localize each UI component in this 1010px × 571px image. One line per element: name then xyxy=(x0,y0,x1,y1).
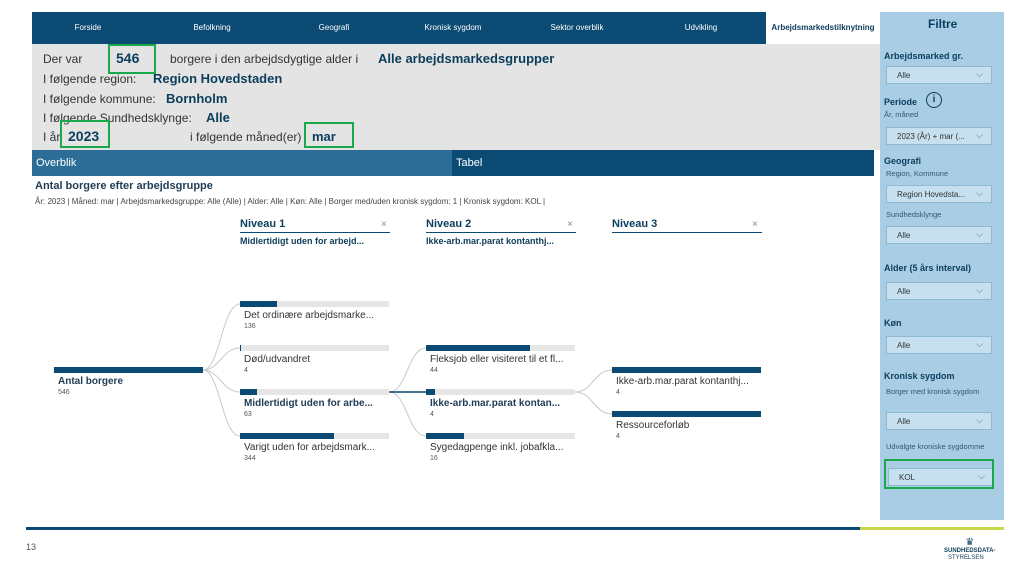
koen-dropdown[interactable]: Alle ⌵ xyxy=(886,336,992,354)
l1-count-midlertidigt: 63 xyxy=(244,411,252,418)
logo-line2: STYRELSEN xyxy=(948,555,984,561)
l1-bar-doed[interactable] xyxy=(240,345,389,351)
kronisk-sub1: Borger med kronisk sygdom xyxy=(886,387,980,396)
l2-label-fleksjob: Fleksjob eller visiteret til et fl... xyxy=(430,354,564,365)
periode-heading: Periode xyxy=(884,97,918,107)
chevron-down-icon: ⌵ xyxy=(976,69,983,79)
chevron-down-icon: ⌵ xyxy=(976,415,983,425)
l1-fill-midlertidigt xyxy=(240,389,258,395)
alder-heading: Alder (5 års interval) xyxy=(884,263,972,273)
l2-count-fleksjob: 44 xyxy=(430,367,438,374)
sundhedsklynge-dropdown[interactable]: Alle ⌵ xyxy=(886,226,992,244)
l1-label-varigt: Varigt uden for arbejdsmark... xyxy=(244,442,375,453)
root-bar[interactable] xyxy=(54,367,203,373)
kronisk-heading: Kronisk sygdom xyxy=(884,371,955,381)
connector-l2-l3-0 xyxy=(574,369,613,393)
filter-pane: Filtre Arbejdsmarked gr. Alle ⌵ Periode … xyxy=(880,12,1004,520)
l2-bar-fleksjob[interactable] xyxy=(426,345,575,351)
root-label: Antal borgere xyxy=(58,376,124,387)
periode-sub: År, måned xyxy=(884,110,919,119)
sundhedsklynge-sub: Sundhedsklynge xyxy=(886,210,942,219)
l3-label-ressourceforloeb: Ressourceforløb xyxy=(616,420,690,431)
root-fill xyxy=(54,367,203,373)
connector-l2-l3-1 xyxy=(574,391,613,415)
l3-label-kontanthjaelp: Ikke-arb.mar.parat kontanthj... xyxy=(616,376,749,387)
connector-l1-l2-0 xyxy=(388,347,427,393)
arbejdsmarked-heading: Arbejdsmarked gr. xyxy=(884,51,964,61)
l3-bar-ressourceforloeb[interactable] xyxy=(612,411,761,417)
l3-fill-kontanthjaelp xyxy=(612,367,761,373)
l1-bar-midlertidigt[interactable] xyxy=(240,389,389,395)
koen-value: Alle xyxy=(897,341,911,350)
footer-accent xyxy=(860,527,1004,530)
l1-label-midlertidigt: Midlertidigt uden for arbe... xyxy=(244,398,373,409)
l1-bar-ordinaere[interactable] xyxy=(240,301,389,307)
l3-bar-kontanthjaelp[interactable] xyxy=(612,367,761,373)
filter-pane-title: Filtre xyxy=(928,17,958,31)
l1-bar-varigt[interactable] xyxy=(240,433,389,439)
alder-value: Alle xyxy=(897,287,911,296)
l2-fill-fleksjob xyxy=(426,345,531,351)
l2-bar-sygedagpenge[interactable] xyxy=(426,433,575,439)
chevron-down-icon: ⌵ xyxy=(976,339,983,349)
l1-count-doed: 4 xyxy=(244,367,248,374)
connector-root-l1-0 xyxy=(202,303,241,371)
l1-fill-varigt xyxy=(240,433,334,439)
arbejdsmarked-dropdown[interactable]: Alle ⌵ xyxy=(886,66,992,84)
l2-label-ikke-arb: Ikke-arb.mar.parat kontan... xyxy=(430,398,561,409)
l2-fill-sygedagpenge xyxy=(426,433,464,439)
l1-count-varigt: 344 xyxy=(244,455,256,462)
l1-fill-doed xyxy=(240,345,242,351)
geografi-sub: Region, Kommune xyxy=(886,169,949,178)
connector-root-l1-3 xyxy=(202,369,241,437)
sundhedsdatastyrelsen-logo: ♛ SUNDHEDSDATA- STYRELSEN xyxy=(944,538,995,562)
kronisk-borger-value: Alle xyxy=(897,417,911,426)
l1-label-ordinaere: Det ordinære arbejdsmarke... xyxy=(244,310,375,321)
l2-count-ikke-arb: 4 xyxy=(430,411,434,418)
logo-line1: SUNDHEDSDATA- xyxy=(944,548,996,554)
page-number: 13 xyxy=(26,542,37,552)
geografi-value: Region Hovedsta... xyxy=(897,190,966,199)
connector-l1-l2-2 xyxy=(388,391,427,437)
periode-dropdown[interactable]: 2023 (År) + mar (... ⌵ xyxy=(886,127,992,145)
sundhedsklynge-value: Alle xyxy=(897,231,911,240)
root-count: 546 xyxy=(58,389,70,396)
l2-fill-ikke-arb xyxy=(426,389,436,395)
l2-count-sygedagpenge: 16 xyxy=(430,455,438,462)
l1-label-doed: Død/udvandret xyxy=(244,354,311,365)
l3-count-ressourceforloeb: 4 xyxy=(616,433,620,440)
koen-heading: Køn xyxy=(884,318,902,328)
chevron-down-icon: ⌵ xyxy=(976,188,983,198)
chevron-down-icon: ⌵ xyxy=(976,130,983,140)
arbejdsmarked-value: Alle xyxy=(897,71,911,80)
kol-highlight xyxy=(884,459,994,489)
tree-connectors xyxy=(202,303,613,437)
geografi-heading: Geografi xyxy=(884,156,922,166)
footer-divider xyxy=(26,527,1004,530)
chevron-down-icon: ⌵ xyxy=(976,285,983,295)
geografi-dropdown[interactable]: Region Hovedsta... ⌵ xyxy=(886,185,992,203)
l1-fill-ordinaere xyxy=(240,301,278,307)
info-icon[interactable]: i xyxy=(926,92,942,108)
kronisk-sub2: Udvalgte kroniske sygdomme xyxy=(886,442,985,451)
l2-label-sygedagpenge: Sygedagpenge inkl. jobafkla... xyxy=(430,442,564,453)
alder-dropdown[interactable]: Alle ⌵ xyxy=(886,282,992,300)
l1-count-ordinaere: 136 xyxy=(244,323,256,330)
l3-count-kontanthjaelp: 4 xyxy=(616,389,620,396)
kronisk-borger-dropdown[interactable]: Alle ⌵ xyxy=(886,412,992,430)
l3-fill-ressourceforloeb xyxy=(612,411,761,417)
crown-icon: ♛ xyxy=(965,537,975,548)
l2-bar-ikke-arb[interactable] xyxy=(426,389,575,395)
periode-value: 2023 (År) + mar (... xyxy=(897,132,965,141)
chevron-down-icon: ⌵ xyxy=(976,229,983,239)
